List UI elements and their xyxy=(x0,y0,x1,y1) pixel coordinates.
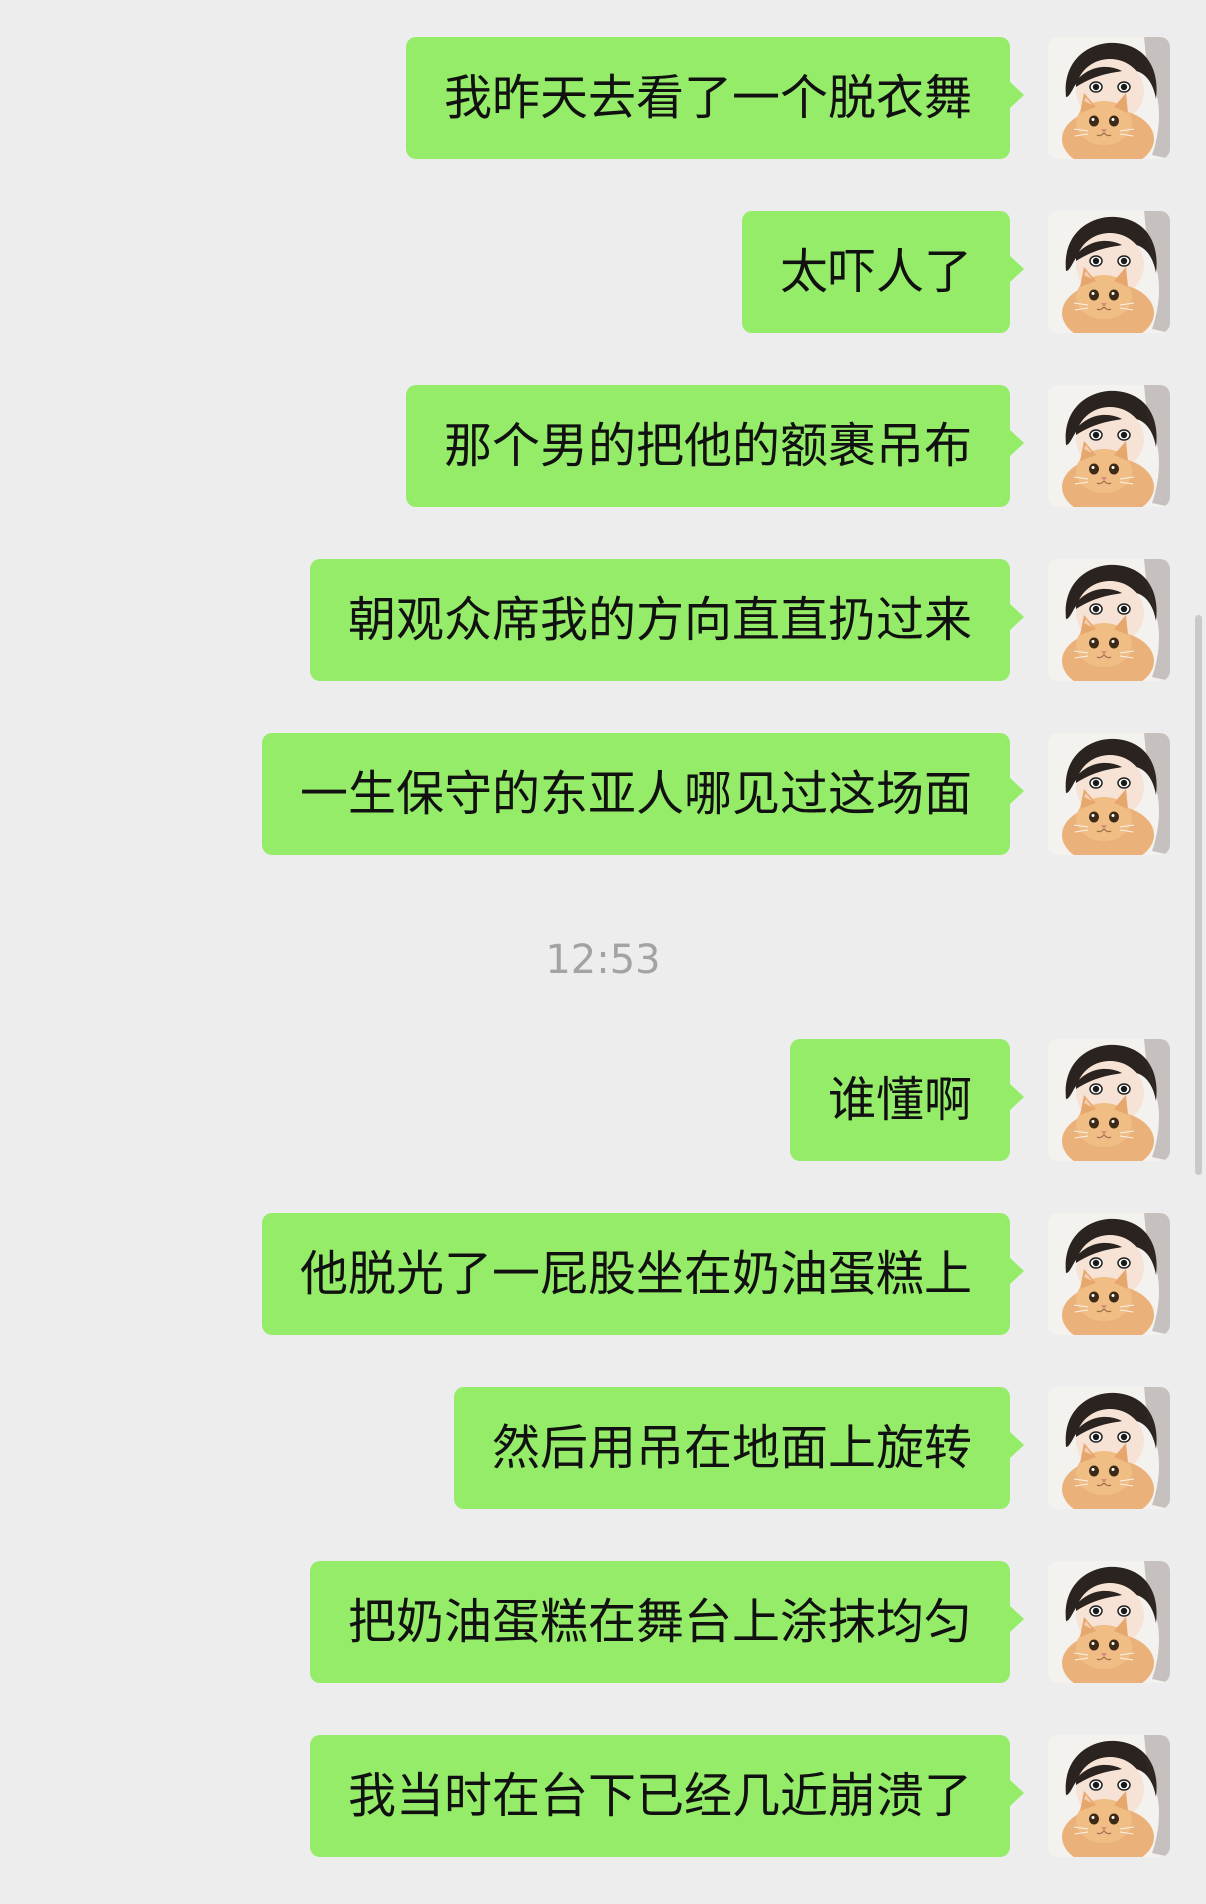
avatar[interactable] xyxy=(1048,385,1170,507)
message-row: 我昨天去看了一个脱衣舞 xyxy=(0,37,1206,160)
avatar[interactable] xyxy=(1048,211,1170,333)
message-bubble[interactable]: 那个男的把他的额裹吊布 xyxy=(405,385,1025,507)
message-row: 太吓人了 xyxy=(0,211,1206,334)
message-bubble[interactable]: 他脱光了一屁股坐在奶油蛋糕上 xyxy=(261,1213,1025,1335)
message-row: 朝观众席我的方向直直扔过来 xyxy=(0,559,1206,682)
user-avatar-girl-with-cat-icon xyxy=(1048,1561,1170,1683)
message-row: 那个男的把他的额裹吊布 xyxy=(0,385,1206,508)
message-bubble[interactable]: 朝观众席我的方向直直扔过来 xyxy=(309,559,1025,681)
message-row: 他脱光了一屁股坐在奶油蛋糕上 xyxy=(0,1213,1206,1336)
avatar[interactable] xyxy=(1048,1387,1170,1509)
user-avatar-girl-with-cat-icon xyxy=(1048,211,1170,333)
user-avatar-girl-with-cat-icon xyxy=(1048,1213,1170,1335)
message-bubble[interactable]: 谁懂啊 xyxy=(789,1039,1025,1161)
user-avatar-girl-with-cat-icon xyxy=(1048,733,1170,855)
avatar[interactable] xyxy=(1048,1213,1170,1335)
avatar[interactable] xyxy=(1048,1039,1170,1161)
message-timestamp: 12:53 xyxy=(545,937,661,983)
user-avatar-girl-with-cat-icon xyxy=(1048,1735,1170,1857)
user-avatar-girl-with-cat-icon xyxy=(1048,1387,1170,1509)
message-bubble[interactable]: 我当时在台下已经几近崩溃了 xyxy=(309,1735,1025,1857)
message-row: 然后用吊在地面上旋转 xyxy=(0,1387,1206,1510)
user-avatar-girl-with-cat-icon xyxy=(1048,385,1170,507)
avatar[interactable] xyxy=(1048,1561,1170,1683)
user-avatar-girl-with-cat-icon xyxy=(1048,37,1170,159)
message-bubble[interactable]: 把奶油蛋糕在舞台上涂抹均匀 xyxy=(309,1561,1025,1683)
message-bubble[interactable]: 我昨天去看了一个脱衣舞 xyxy=(405,37,1025,159)
scrollbar[interactable] xyxy=(1195,615,1202,1175)
chat-area[interactable]: 12:53 我昨天去看了一个脱衣舞 太吓人了 那个男的把他的额裹吊布 朝观众席我… xyxy=(0,0,1206,1904)
message-row: 一生保守的东亚人哪见过这场面 xyxy=(0,733,1206,856)
message-bubble[interactable]: 太吓人了 xyxy=(741,211,1025,333)
avatar[interactable] xyxy=(1048,37,1170,159)
message-row: 谁懂啊 xyxy=(0,1039,1206,1162)
avatar[interactable] xyxy=(1048,559,1170,681)
message-row: 我当时在台下已经几近崩溃了 xyxy=(0,1735,1206,1858)
message-bubble[interactable]: 然后用吊在地面上旋转 xyxy=(453,1387,1025,1509)
avatar[interactable] xyxy=(1048,1735,1170,1857)
message-row: 把奶油蛋糕在舞台上涂抹均匀 xyxy=(0,1561,1206,1684)
message-bubble[interactable]: 一生保守的东亚人哪见过这场面 xyxy=(261,733,1025,855)
avatar[interactable] xyxy=(1048,733,1170,855)
user-avatar-girl-with-cat-icon xyxy=(1048,1039,1170,1161)
user-avatar-girl-with-cat-icon xyxy=(1048,559,1170,681)
